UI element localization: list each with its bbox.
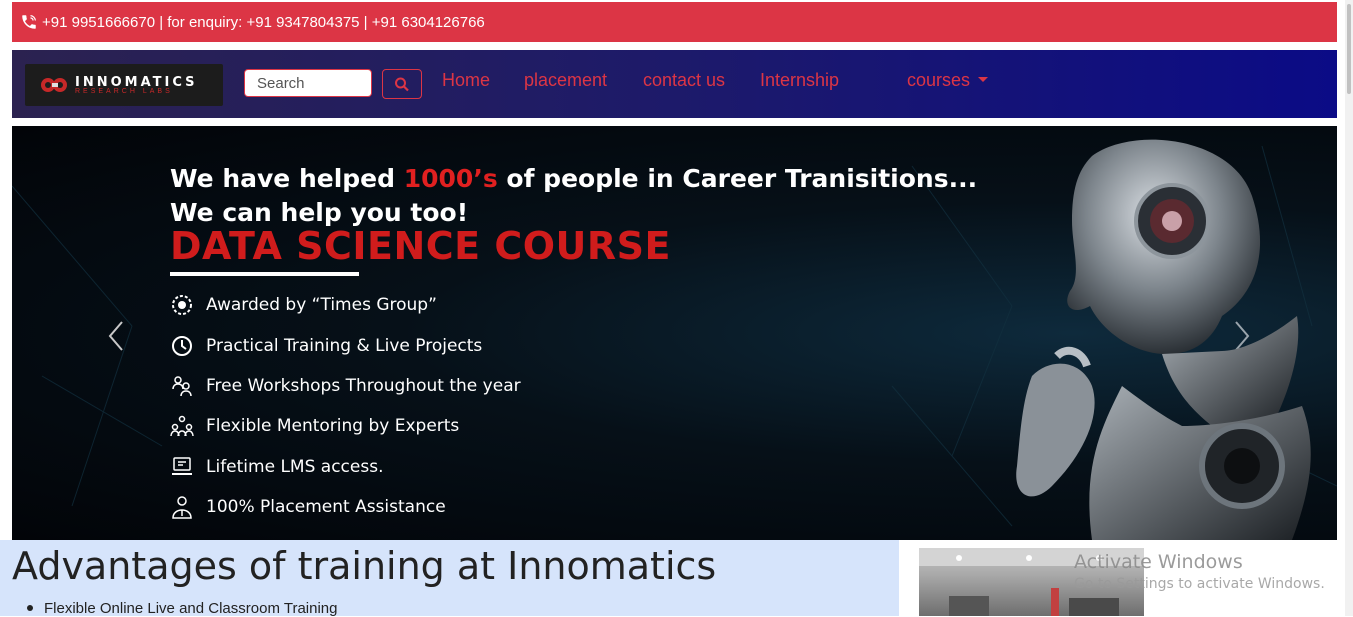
hero-carousel: We have helped 1000’s of people in Caree… (12, 126, 1337, 540)
award-badge-icon (172, 295, 192, 315)
phone-icon (22, 15, 36, 29)
search-input[interactable]: Search (244, 69, 372, 97)
watermark-title: Activate Windows (1074, 551, 1243, 573)
robot-illustration (1016, 139, 1311, 540)
hero-line-1-pre: We have helped (170, 164, 404, 193)
placement-person-icon (172, 496, 192, 519)
watermark-subtitle: Go to Settings to activate Windows. (1074, 576, 1325, 592)
contact-bar: +91 9951666670 | for enquiry: +91 934780… (12, 2, 1337, 42)
feature-text: Practical Training & Live Projects (206, 336, 483, 356)
feature-text: Lifetime LMS access. (206, 457, 384, 477)
contact-numbers: +91 9951666670 | for enquiry: +91 934780… (42, 13, 485, 31)
advantages-heading: Advantages of training at Innomatics (12, 544, 717, 588)
hero-line-1-post: of people in Career Tranisitions... (497, 164, 978, 193)
innomatics-logo[interactable]: INNOMATICS RESEARCH LABS (25, 64, 223, 106)
search-button[interactable] (382, 69, 422, 99)
scrollbar-thumb[interactable] (1347, 4, 1351, 94)
logo-subtitle: RESEARCH LABS (75, 88, 173, 95)
feature-item: Awarded by “Times Group” (170, 293, 437, 317)
nav-courses-dropdown[interactable]: courses (907, 70, 989, 91)
main-navbar: INNOMATICS RESEARCH LABS Search Home pla… (12, 50, 1337, 118)
logo-mark-icon (41, 78, 67, 92)
carousel-prev-icon[interactable] (104, 316, 132, 356)
bullet-icon (27, 605, 33, 611)
hero-line-1-highlight: 1000’s (403, 164, 498, 193)
feature-text: Awarded by “Times Group” (206, 295, 437, 315)
feature-text: Flexible Mentoring by Experts (206, 416, 460, 436)
hero-course-title: DATA SCIENCE COURSE (170, 224, 671, 268)
advantages-section: Advantages of training at Innomatics Fle… (0, 540, 899, 617)
feature-item: Practical Training & Live Projects (170, 334, 482, 358)
lms-laptop-icon (172, 457, 192, 475)
title-underline (170, 272, 359, 276)
search-placeholder: Search (257, 74, 305, 92)
feature-text: Free Workshops Throughout the year (206, 376, 521, 396)
hero-line-1: We have helped 1000’s of people in Caree… (170, 164, 977, 193)
search-icon (395, 77, 409, 92)
hero-line-2: We can help you too! (170, 198, 469, 227)
mentoring-group-icon (170, 415, 194, 437)
list-item: Flexible Online Live and Classroom Train… (27, 600, 338, 617)
feature-item: Free Workshops Throughout the year (170, 374, 521, 398)
nav-contact-us[interactable]: contact us (643, 70, 725, 91)
nav-internship[interactable]: Internship (760, 70, 839, 91)
feature-text: 100% Placement Assistance (206, 497, 446, 517)
nav-courses-label: courses (907, 70, 971, 90)
feature-item: 100% Placement Assistance (170, 495, 446, 519)
feature-item: Flexible Mentoring by Experts (170, 414, 459, 438)
nav-home[interactable]: Home (442, 70, 490, 91)
list-item-text: Flexible Online Live and Classroom Train… (44, 600, 338, 617)
feature-item: Lifetime LMS access. (170, 455, 383, 479)
caret-down-icon (978, 76, 989, 82)
workshop-people-icon (172, 376, 192, 397)
nav-placement[interactable]: placement (524, 70, 607, 91)
clock-icon (172, 336, 192, 356)
